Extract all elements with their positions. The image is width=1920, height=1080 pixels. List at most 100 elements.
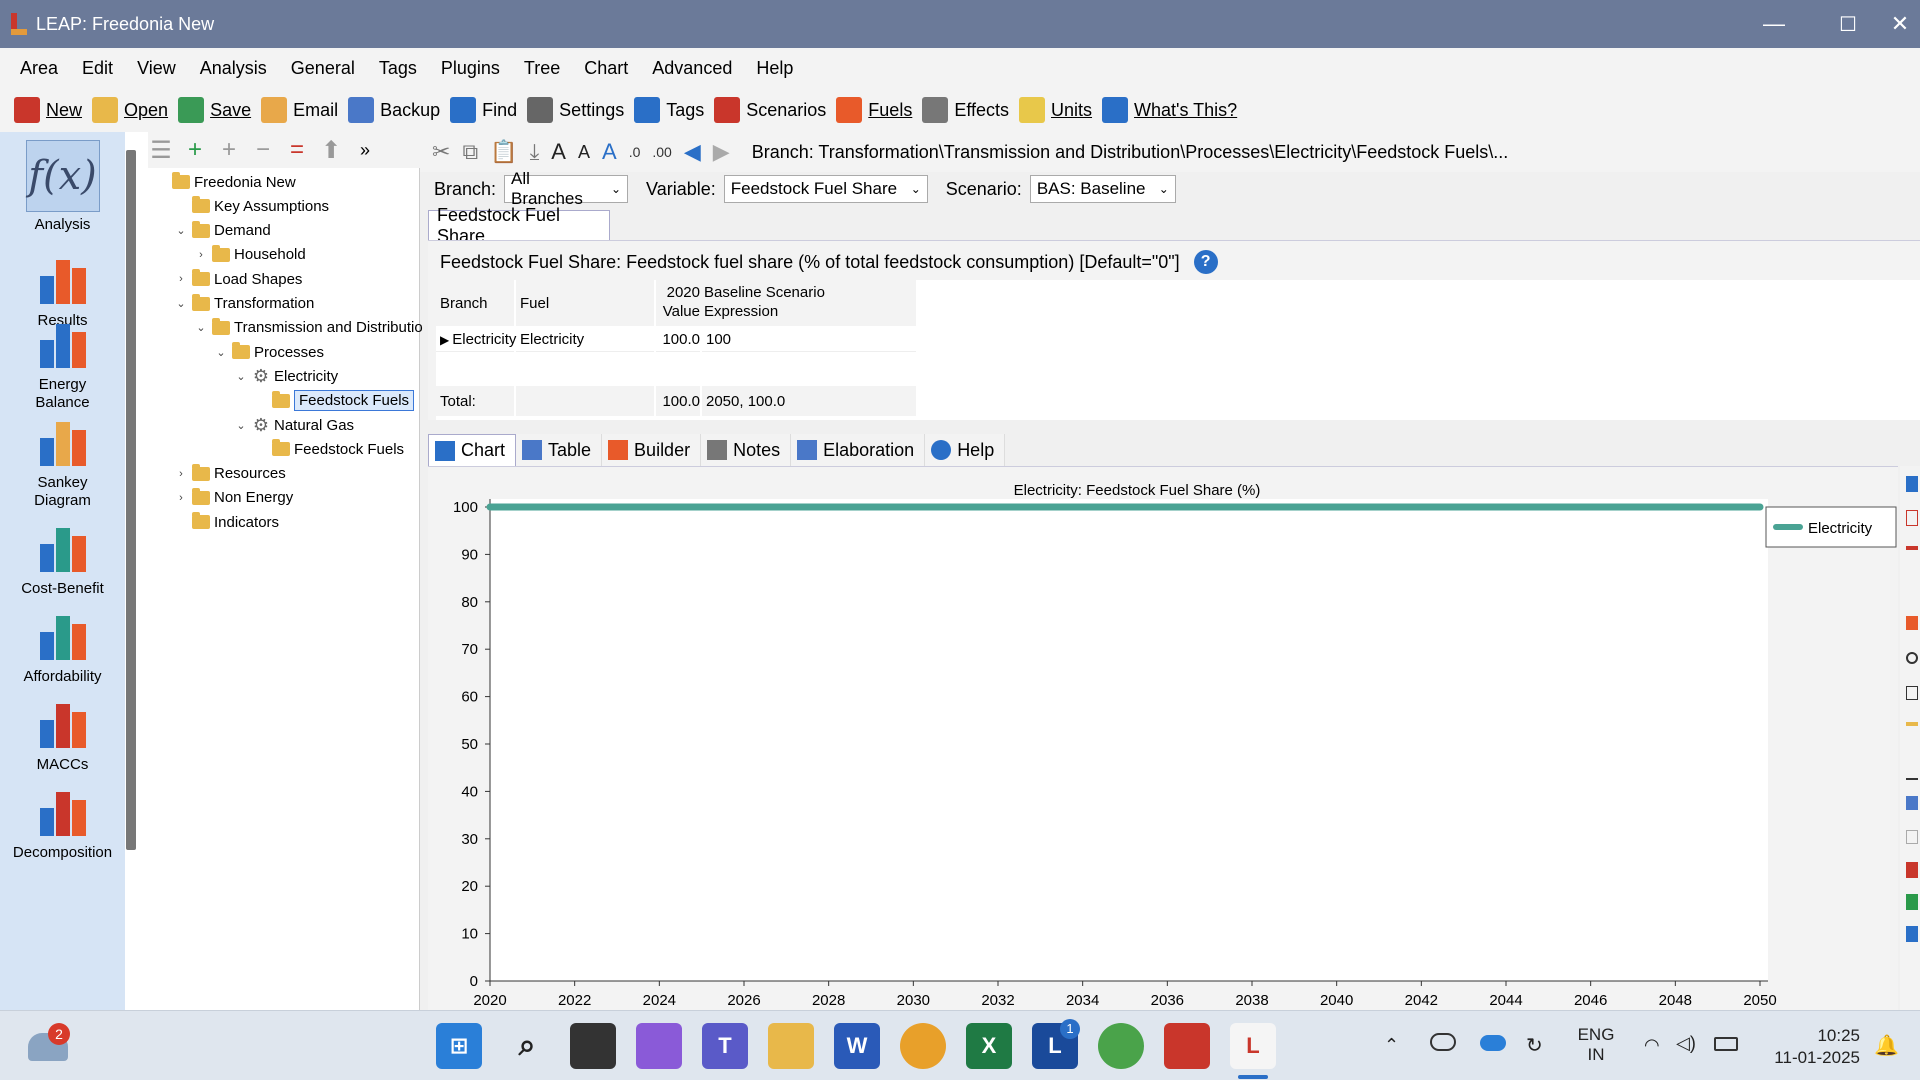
grid-row-fuel[interactable]: Electricity [516, 328, 654, 352]
data-point[interactable] [995, 504, 1001, 510]
toolbar-settings-button[interactable]: Settings [527, 97, 624, 123]
collapse-icon[interactable]: ⌄ [214, 346, 228, 359]
toolbar-fuels-button[interactable]: Fuels [836, 97, 912, 123]
cut-icon[interactable]: ✂ [432, 139, 450, 165]
data-point[interactable] [487, 504, 493, 510]
tree-item-indicators[interactable]: Indicators [174, 510, 279, 534]
toolbar-backup-button[interactable]: Backup [348, 97, 440, 123]
data-point[interactable] [1757, 504, 1763, 510]
chrome-icon[interactable] [900, 1023, 946, 1069]
collapse-icon[interactable]: ⌄ [234, 370, 248, 383]
copy-icon[interactable]: ⧉ [462, 139, 478, 165]
tree-item-household[interactable]: › Household [194, 243, 306, 267]
tree-item-feedstock-fuels[interactable]: Feedstock Fuels [254, 437, 404, 461]
battery-icon[interactable] [1714, 1037, 1738, 1051]
tab-notes[interactable]: Notes [701, 434, 792, 466]
leap-active-icon[interactable]: L [1230, 1023, 1276, 1069]
menu-tags[interactable]: Tags [367, 58, 429, 79]
tab-help[interactable]: Help [925, 434, 1006, 466]
add-branch-icon[interactable]: + [182, 136, 208, 164]
grid-row-branch[interactable]: ▶ Electricity [436, 328, 516, 352]
grid-row-expression[interactable]: 100 [702, 328, 916, 352]
data-point[interactable] [1418, 504, 1425, 510]
copy-icon[interactable] [1906, 830, 1918, 844]
menu-plugins[interactable]: Plugins [429, 58, 512, 79]
tree-item-non-energy[interactable]: › Non Energy [174, 486, 293, 510]
add-child-icon[interactable]: + [216, 136, 242, 164]
tree-item-resources[interactable]: › Resources [174, 462, 286, 486]
data-point[interactable] [1587, 504, 1594, 510]
delete-branch-icon[interactable]: − [250, 136, 276, 164]
maximize-button[interactable]: ☐ [1816, 0, 1880, 48]
tree-item-natural-gas[interactable]: ⌄ ⚙ Natural Gas [234, 413, 354, 437]
cloud-icon[interactable] [1430, 1033, 1456, 1051]
ruler-icon[interactable] [1906, 722, 1918, 726]
collapse-icon[interactable]: ⌄ [234, 419, 248, 432]
chrome-profile-icon[interactable] [1098, 1023, 1144, 1069]
data-point[interactable] [1503, 504, 1509, 510]
toolbar-units-button[interactable]: Units [1019, 97, 1092, 123]
decimals-increase-icon[interactable]: .00 [652, 144, 671, 160]
menu-tree[interactable]: Tree [512, 58, 572, 79]
minimize-button[interactable]: — [1742, 0, 1806, 48]
variable-select[interactable]: Feedstock Fuel Share ⌄ [723, 175, 928, 203]
data-point[interactable] [1672, 504, 1679, 510]
delete-all-icon[interactable]: = [284, 136, 310, 164]
nav-analysis[interactable]: f(x) Analysis [0, 140, 125, 234]
palette-icon[interactable] [1906, 616, 1918, 630]
pdf-icon[interactable] [1906, 862, 1918, 878]
tab-builder[interactable]: Builder [602, 434, 702, 466]
toolbar-scenarios-button[interactable]: Scenarios [714, 97, 826, 123]
data-point[interactable] [656, 504, 663, 510]
print-icon[interactable] [1906, 796, 1918, 810]
table-view-icon[interactable] [1906, 510, 1918, 526]
nav-decomposition[interactable]: Decomposition [0, 772, 125, 862]
nav-affordability[interactable]: Affordability [0, 596, 125, 686]
menu-advanced[interactable]: Advanced [640, 58, 744, 79]
paste-icon[interactable]: 📋 [490, 139, 517, 165]
file-explorer-icon[interactable] [768, 1023, 814, 1069]
data-point[interactable] [741, 504, 747, 510]
decimals-decrease-icon[interactable]: .0 [629, 144, 641, 160]
menu-edit[interactable]: Edit [70, 58, 125, 79]
menu-view[interactable]: View [125, 58, 188, 79]
data-point[interactable] [1333, 504, 1340, 510]
acrobat-icon[interactable] [1164, 1023, 1210, 1069]
clock[interactable]: 10:25 11-01-2025 [1760, 1025, 1860, 1069]
data-point[interactable] [1249, 504, 1255, 510]
menu-chart[interactable]: Chart [572, 58, 640, 79]
excel-icon[interactable] [1906, 894, 1918, 910]
tree-item-load-shapes[interactable]: › Load Shapes [174, 267, 302, 291]
volume-icon[interactable]: ◁) [1676, 1033, 1696, 1054]
toolbar-what-s-this-button[interactable]: What's This? [1102, 97, 1237, 123]
expand-icon[interactable]: › [174, 492, 188, 504]
grid-row-value[interactable]: 100.0 [656, 328, 700, 352]
nav-energy-balance[interactable]: Energy Balance [0, 316, 125, 412]
help-icon[interactable]: ? [1193, 250, 1218, 274]
toolbar-save-button[interactable]: Save [178, 97, 251, 123]
variable-tab[interactable]: Feedstock Fuel Share [428, 205, 610, 246]
tab-chart[interactable]: Chart [428, 434, 517, 466]
settings-icon[interactable] [1906, 652, 1918, 664]
text-icon[interactable] [1906, 766, 1918, 780]
expand-icon[interactable]: › [174, 273, 188, 285]
forward-arrow-icon[interactable]: ▶ [713, 139, 730, 165]
onedrive-icon[interactable] [1480, 1035, 1506, 1051]
expand-icon[interactable]: › [174, 468, 188, 480]
expand-icon[interactable]: › [194, 249, 208, 261]
toolbar-new-button[interactable]: New [14, 97, 82, 123]
export-icon[interactable] [1906, 926, 1918, 942]
data-point[interactable] [571, 504, 578, 510]
tree-item-transmission-and-distributio[interactable]: ⌄ Transmission and Distributio [194, 316, 423, 340]
branch-select[interactable]: All Branches ⌄ [504, 169, 629, 208]
menu-help[interactable]: Help [744, 58, 805, 79]
tree-item-freedonia-new[interactable]: Freedonia New [154, 170, 296, 194]
nav-cost-benefit[interactable]: Cost-Benefit [0, 508, 125, 598]
nav-sankey-diagram[interactable]: Sankey Diagram [0, 414, 125, 510]
toolbar-email-button[interactable]: Email [261, 97, 338, 123]
collapse-icon[interactable]: ⌄ [174, 224, 188, 237]
data-point[interactable] [1079, 504, 1086, 510]
more-icon[interactable]: » [352, 140, 378, 161]
font-decrease-icon[interactable]: A [578, 142, 590, 163]
tab-elaboration[interactable]: Elaboration [791, 434, 926, 466]
